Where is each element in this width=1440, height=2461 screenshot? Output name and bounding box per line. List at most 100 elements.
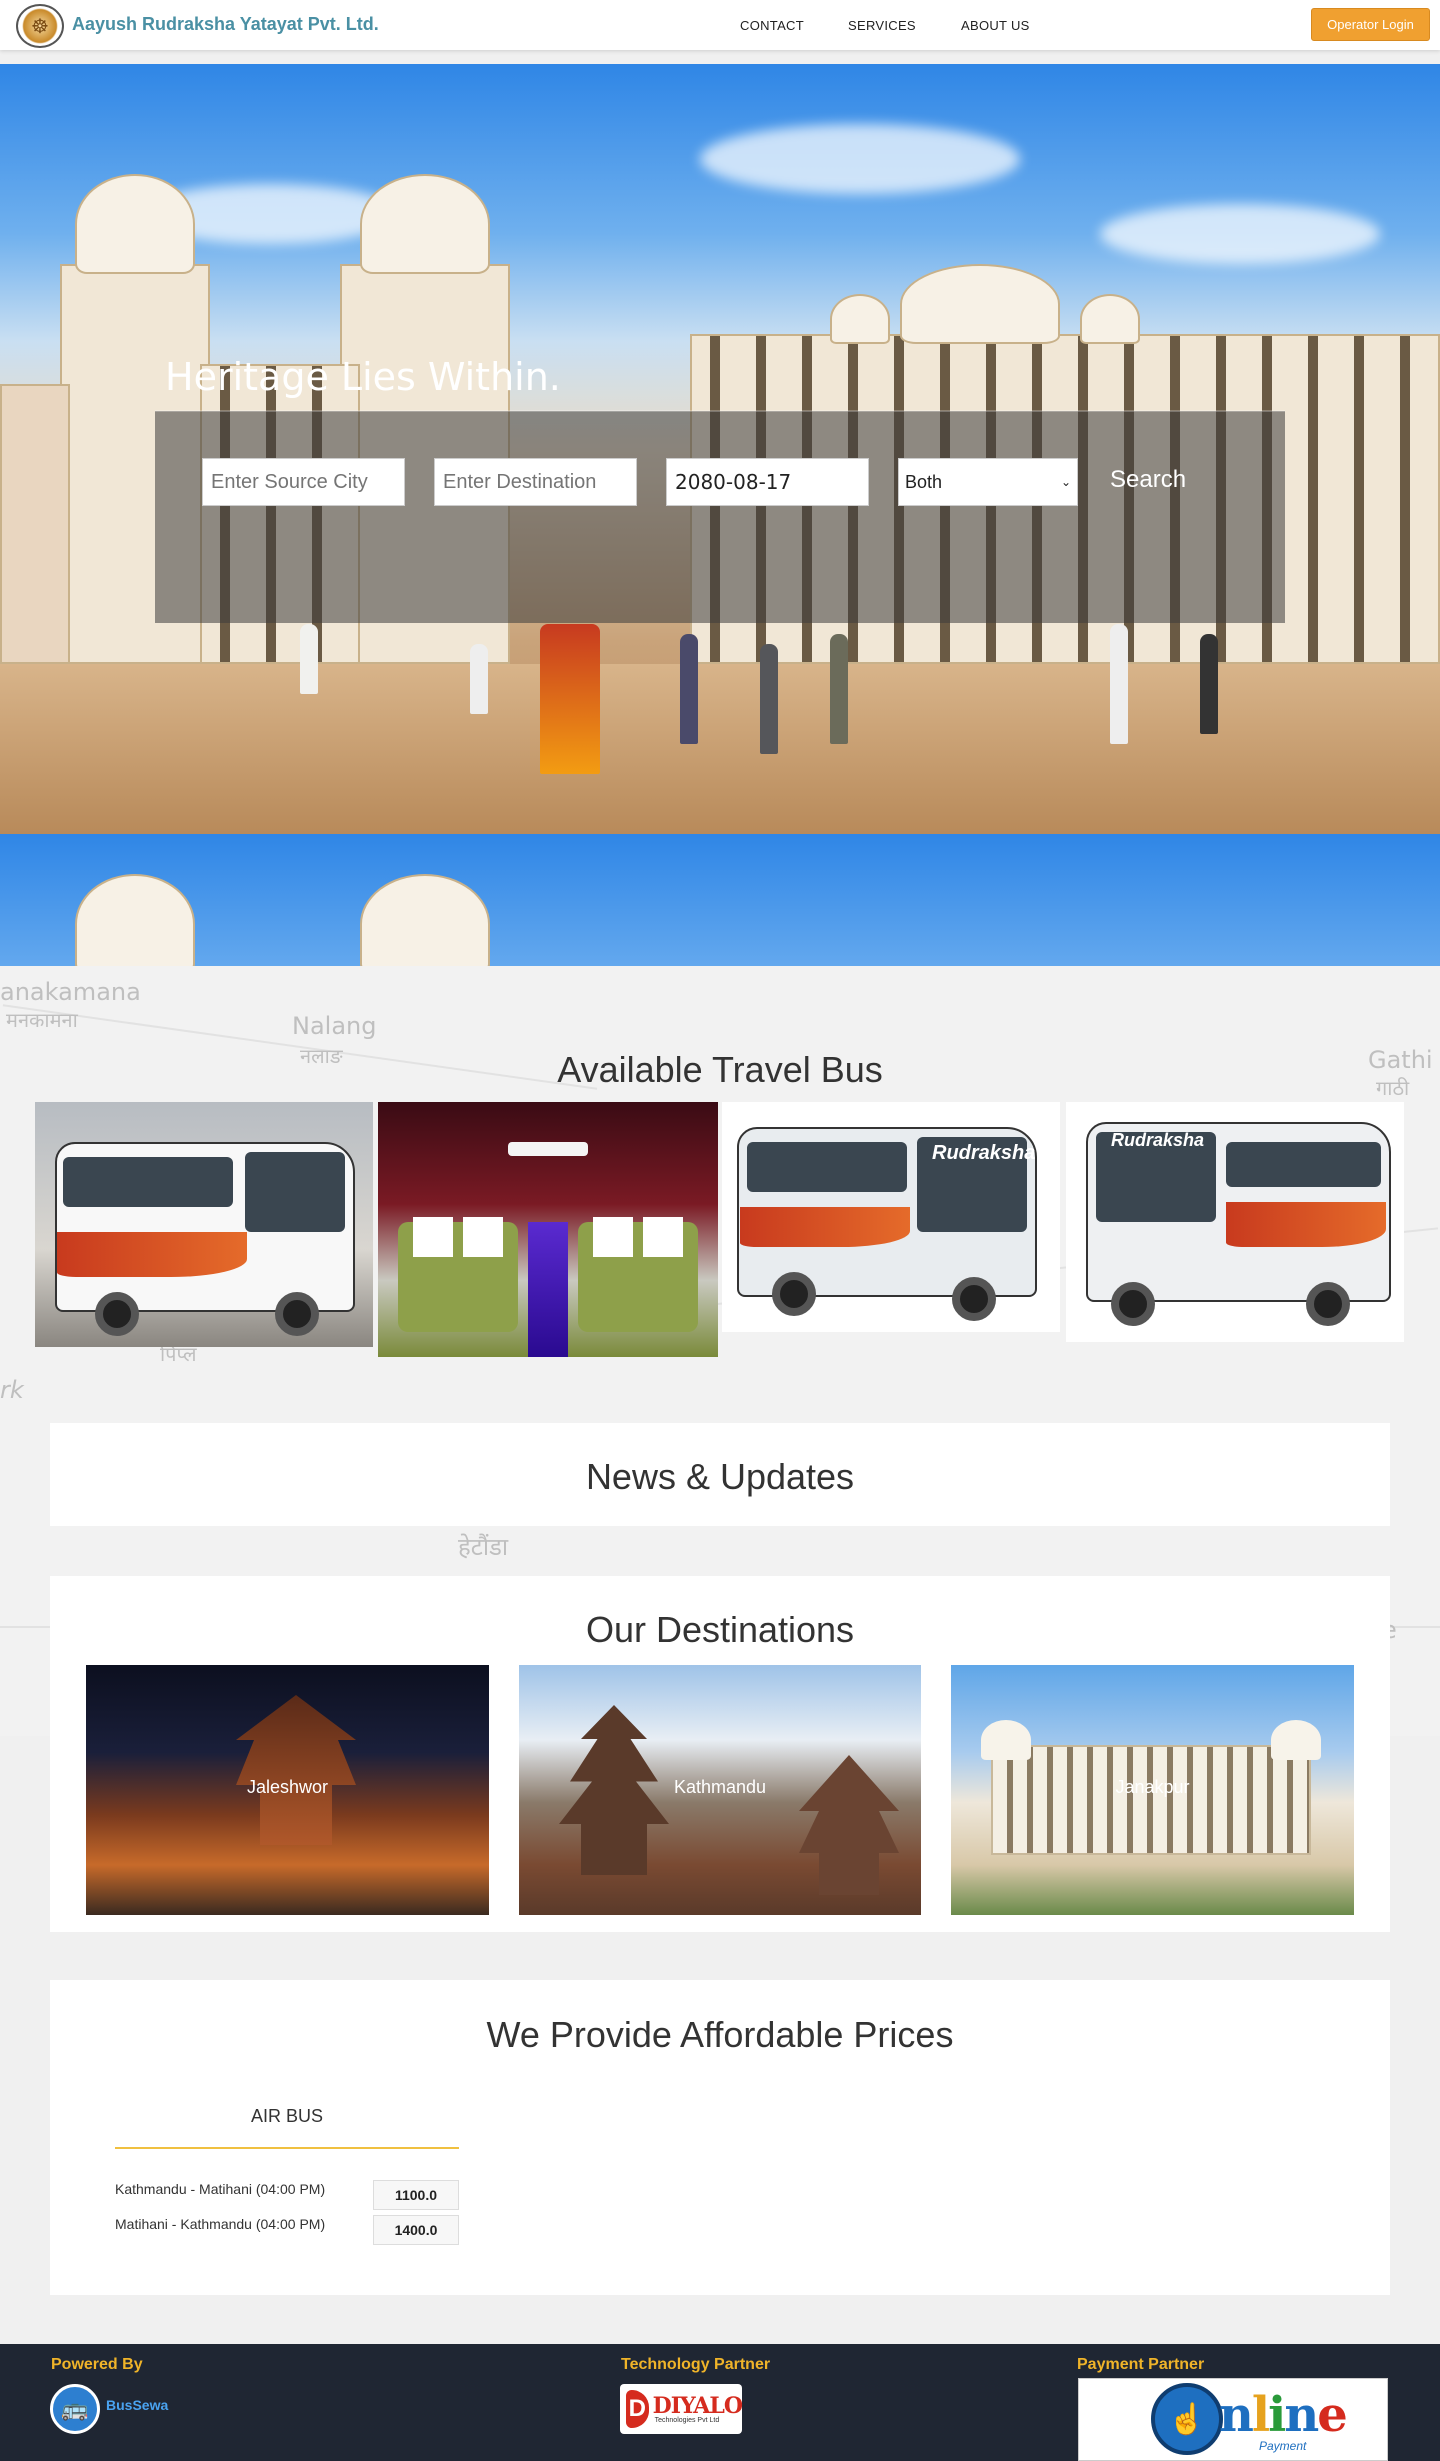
courtyard-ground — [0, 664, 1440, 834]
trip-type-select[interactable]: Both ⌄ — [898, 458, 1078, 506]
tab-air-bus[interactable]: AIR BUS — [115, 2106, 459, 2127]
search-overlay — [155, 411, 1285, 623]
tab-underline — [115, 2147, 459, 2149]
pilgrim-figure — [1200, 634, 1218, 734]
bus-wheel — [1306, 1282, 1350, 1326]
seat-cover — [593, 1217, 633, 1257]
temple-silhouette — [236, 1695, 356, 1845]
nav-about-link[interactable]: ABOUT US — [961, 18, 1030, 33]
hand-pointer-icon: ☝ — [1151, 2383, 1223, 2455]
brand-logo-icon[interactable]: ☸ — [16, 4, 64, 48]
destinations-section-title: Our Destinations — [585, 1609, 855, 1650]
destination-input[interactable] — [434, 458, 637, 506]
fare-value: 1400.0 — [373, 2215, 459, 2245]
powered-by-heading: Powered By — [51, 2356, 143, 2373]
map-label: rk — [0, 1376, 24, 1404]
diyalo-logo[interactable]: D DIYALO Technologies Pvt Ltd — [620, 2384, 743, 2434]
cloud — [700, 124, 1020, 194]
bus-wheel — [1111, 1282, 1155, 1326]
online-logo-text: nline — [1219, 2387, 1348, 2443]
aisle-carpet — [528, 1222, 568, 1357]
seat-cover — [463, 1217, 503, 1257]
bus-stripe — [57, 1232, 247, 1277]
chevron-down-icon: ⌄ — [1060, 475, 1071, 489]
palace-dome — [830, 294, 890, 344]
bus-icon[interactable]: 🚌 — [50, 2384, 100, 2434]
hero-repeat-strip — [0, 834, 1440, 966]
hero-banner — [0, 64, 1440, 834]
diyalo-logo-text: DIYALO — [652, 2392, 743, 2419]
bus-window — [63, 1157, 233, 1207]
palace-dome — [360, 874, 490, 966]
hero-title: Heritage Lies Within. — [165, 355, 561, 399]
palace-dome — [1080, 294, 1140, 344]
seat-cover — [643, 1217, 683, 1257]
pilgrim-figure — [760, 644, 778, 754]
palace-dome — [1271, 1720, 1321, 1760]
bus-wheel — [952, 1277, 996, 1321]
palace-facade — [991, 1745, 1311, 1855]
ceiling-light — [508, 1142, 588, 1156]
fare-value: 1100.0 — [373, 2180, 459, 2210]
map-label: हेटौंडा — [458, 1533, 509, 1561]
palace-dome — [75, 874, 195, 966]
bus-window — [1226, 1142, 1381, 1187]
pilgrim-figure — [540, 624, 600, 774]
bus-wheel — [275, 1292, 319, 1336]
bus-wheel — [772, 1272, 816, 1316]
map-label: Nalang — [292, 1012, 377, 1040]
route-label: Kathmandu - Matihani (04:00 PM) — [115, 2181, 326, 2197]
pilgrim-figure — [680, 634, 698, 744]
diyalo-mark-icon: D — [626, 2390, 649, 2428]
bussewa-link[interactable]: BusSewa — [106, 2397, 168, 2413]
search-button[interactable]: Search — [1110, 462, 1210, 498]
destination-card-kathmandu[interactable]: Kathmandu — [519, 1665, 921, 1915]
cloud — [1100, 204, 1380, 264]
top-navbar: ☸ Aayush Rudraksha Yatayat Pvt. Ltd. CON… — [0, 0, 1440, 50]
payment-partner-heading: Payment Partner — [1077, 2356, 1205, 2373]
bus-window — [747, 1142, 907, 1192]
source-city-input[interactable] — [202, 458, 405, 506]
brand-name[interactable]: Aayush Rudraksha Yatayat Pvt. Ltd. — [72, 14, 379, 35]
side-building — [0, 384, 70, 664]
online-logo-sub: Payment — [1259, 2439, 1307, 2453]
buses-section-title: Available Travel Bus — [557, 1049, 883, 1090]
hero-divider — [155, 410, 1285, 412]
destination-label: Janakpur — [1115, 1777, 1190, 1797]
map-label: मनकामना — [6, 1008, 78, 1032]
destination-label: Jaleshwor — [246, 1777, 329, 1797]
pilgrim-figure — [300, 624, 318, 694]
pilgrim-figure — [470, 644, 488, 714]
tech-partner-heading: Technology Partner — [621, 2356, 771, 2373]
destination-card-janakpur[interactable]: Janakpur — [951, 1665, 1354, 1915]
bus-photo-3[interactable]: Rudraksha — [722, 1102, 1060, 1332]
travel-date-input[interactable] — [666, 458, 869, 506]
seat-cover — [413, 1217, 453, 1257]
bus-wheel — [95, 1292, 139, 1336]
palace-dome — [981, 1720, 1031, 1760]
nav-contact-link[interactable]: CONTACT — [740, 18, 804, 33]
palace-dome — [75, 174, 195, 274]
bus-photo-1[interactable] — [35, 1102, 373, 1347]
bus-photo-4[interactable]: Rudraksha — [1066, 1102, 1404, 1342]
news-section-title: News & Updates — [585, 1456, 855, 1497]
pilgrim-figure — [830, 634, 848, 744]
bus-interior-photo[interactable] — [378, 1102, 718, 1357]
diyalo-logo-sub: Technologies Pvt Ltd — [654, 2416, 720, 2424]
bus-brand-text: Rudraksha — [1111, 1130, 1205, 1150]
prices-section-title: We Provide Affordable Prices — [486, 2014, 954, 2055]
bus-stripe — [1226, 1202, 1386, 1247]
palace-dome — [900, 264, 1060, 344]
route-label: Matihani - Kathmandu (04:00 PM) — [115, 2216, 326, 2232]
online-payment-logo[interactable]: ☝ nline Payment — [1078, 2378, 1388, 2461]
bus-stripe — [740, 1207, 910, 1247]
bus-windshield — [245, 1152, 345, 1232]
nav-services-link[interactable]: SERVICES — [848, 18, 916, 33]
palace-dome — [360, 174, 490, 274]
map-label: anakamana — [0, 978, 141, 1006]
pagoda-silhouette — [799, 1755, 899, 1895]
operator-login-button[interactable]: Operator Login — [1311, 8, 1430, 41]
destination-label: Kathmandu — [673, 1777, 767, 1797]
pilgrim-figure — [1110, 624, 1128, 744]
destination-card-jaleshwor[interactable]: Jaleshwor — [86, 1665, 489, 1915]
